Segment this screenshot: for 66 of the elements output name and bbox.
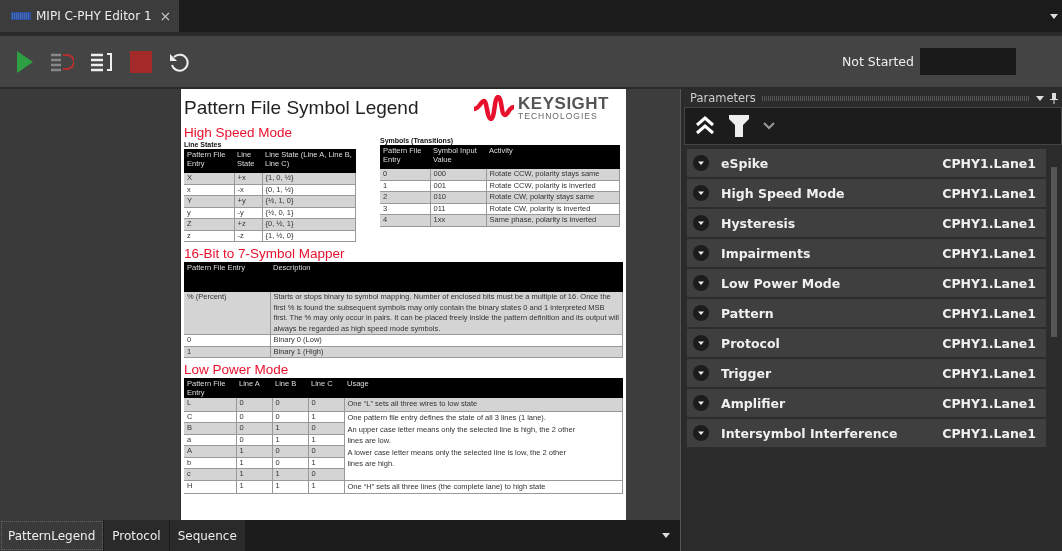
document-tab[interactable]: Protocol	[104, 520, 170, 551]
close-tab-button[interactable]: ×	[159, 8, 172, 24]
expand-icon[interactable]	[693, 365, 709, 381]
document-tab[interactable]: PatternLegend	[0, 520, 105, 551]
expand-icon[interactable]	[693, 335, 709, 351]
section-heading: High Speed Mode	[184, 125, 294, 140]
parameter-name: Protocol	[721, 335, 781, 351]
parameter-group-row[interactable]: Protocol CPHY1.Lane1	[687, 329, 1046, 357]
filter-icon[interactable]	[729, 115, 749, 137]
section-heading: 16-Bit to 7-Symbol Mapper	[184, 246, 346, 261]
parameter-value: CPHY1.Lane1	[942, 155, 1036, 171]
parameter-value: CPHY1.Lane1	[942, 215, 1036, 231]
parameter-name: Pattern	[721, 305, 775, 321]
parameter-name: Hysteresis	[721, 215, 797, 231]
document-title: Pattern File Symbol Legend	[184, 97, 419, 119]
parameter-name: Low Power Mode	[721, 275, 842, 291]
editor-tab[interactable]: MIPI C-PHY Editor 1 ×	[0, 0, 180, 32]
parameter-value: CPHY1.Lane1	[942, 305, 1036, 321]
parameter-name: Intersymbol Interference	[721, 425, 899, 441]
expand-icon[interactable]	[693, 275, 709, 291]
parameter-value: CPHY1.Lane1	[942, 245, 1036, 261]
caret-icon[interactable]	[763, 122, 775, 130]
parameter-group-row[interactable]: Amplifier CPHY1.Lane1	[687, 389, 1046, 417]
parameter-name: Amplifier	[721, 395, 787, 411]
expand-icon[interactable]	[693, 155, 709, 171]
parameter-value: CPHY1.Lane1	[942, 425, 1036, 441]
parameter-group-row[interactable]: Hysteresis CPHY1.Lane1	[687, 209, 1046, 237]
dropdown-icon[interactable]	[662, 533, 670, 538]
expand-icon[interactable]	[693, 305, 709, 321]
parameter-group-row[interactable]: Pattern CPHY1.Lane1	[687, 299, 1046, 327]
section-heading: Low Power Mode	[184, 362, 290, 377]
dropdown-icon[interactable]	[1050, 13, 1058, 19]
parameter-group-row[interactable]: Impairments CPHY1.Lane1	[687, 239, 1046, 267]
run-icon[interactable]	[16, 50, 34, 73]
parameter-group-row[interactable]: eSpike CPHY1.Lane1	[687, 149, 1046, 177]
parameter-group-row[interactable]: Trigger CPHY1.Lane1	[687, 359, 1046, 387]
parameter-group-row[interactable]: Low Power Mode CPHY1.Lane1	[687, 269, 1046, 297]
parameter-value: CPHY1.Lane1	[942, 335, 1036, 351]
wave-logo-icon	[473, 95, 516, 121]
expand-icon[interactable]	[693, 395, 709, 411]
panel-title: Parameters	[690, 91, 756, 105]
editor-tab-title: MIPI C-PHY Editor 1	[36, 9, 152, 23]
status-label: Not Started	[841, 54, 914, 69]
expand-icon[interactable]	[693, 245, 709, 261]
parameter-value: CPHY1.Lane1	[942, 275, 1036, 291]
expand-icon[interactable]	[693, 215, 709, 231]
document-tab[interactable]: Sequence	[169, 520, 246, 551]
list-icon[interactable]	[90, 51, 114, 72]
parameter-group-row[interactable]: Intersymbol Interference CPHY1.Lane1	[687, 419, 1046, 447]
parameter-name: Impairments	[721, 245, 812, 261]
logo-name: KEYSIGHT	[518, 95, 609, 113]
parameter-name: High Speed Mode	[721, 185, 846, 201]
parameter-value: CPHY1.Lane1	[942, 395, 1036, 411]
parameter-group-row[interactable]: High Speed Mode CPHY1.Lane1	[687, 179, 1046, 207]
editor-icon	[10, 10, 32, 22]
step-icon[interactable]	[50, 51, 74, 72]
parameter-name: Trigger	[721, 365, 773, 381]
parameter-value: CPHY1.Lane1	[942, 185, 1036, 201]
pin-icon[interactable]	[1050, 92, 1058, 104]
parameter-name: eSpike	[721, 155, 770, 171]
expand-icon[interactable]	[693, 185, 709, 201]
collapse-all-icon[interactable]	[695, 116, 715, 136]
logo-subtitle: TECHNOLOGIES	[518, 112, 599, 121]
expand-icon[interactable]	[693, 425, 709, 441]
parameter-value: CPHY1.Lane1	[942, 365, 1036, 381]
dropdown-icon[interactable]	[1036, 95, 1044, 101]
